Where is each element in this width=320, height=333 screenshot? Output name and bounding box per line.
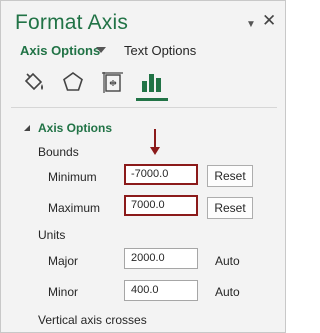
minimum-label: Minimum xyxy=(48,170,97,184)
maximum-input[interactable]: 7000.0 xyxy=(124,195,198,216)
major-auto-label: Auto xyxy=(215,254,240,268)
minor-label: Minor xyxy=(48,285,79,299)
annotation-arrow-head-icon xyxy=(150,147,160,155)
section-collapse-icon[interactable] xyxy=(24,125,30,131)
major-input[interactable]: 2000.0 xyxy=(124,248,198,269)
minimum-input[interactable]: -7000.0 xyxy=(124,164,198,185)
close-icon[interactable]: ✕ xyxy=(262,12,276,29)
annotation-arrow-line xyxy=(154,129,156,149)
major-label: Major xyxy=(48,254,79,268)
chevron-down-icon[interactable] xyxy=(96,47,106,53)
size-properties-icon[interactable] xyxy=(100,69,126,95)
maximum-reset-button[interactable]: Reset xyxy=(207,197,253,219)
minor-auto-label: Auto xyxy=(215,285,240,299)
section-title-axis-options[interactable]: Axis Options xyxy=(38,121,112,135)
fill-line-icon[interactable] xyxy=(21,69,47,95)
vertical-axis-crosses-label: Vertical axis crosses xyxy=(38,313,147,327)
tab-axis-options[interactable]: Axis Options xyxy=(20,43,100,58)
minimum-reset-button[interactable]: Reset xyxy=(207,165,253,187)
tab-text-options[interactable]: Text Options xyxy=(124,43,196,58)
maximum-label: Maximum xyxy=(48,201,101,215)
pane-title: Format Axis xyxy=(15,11,129,34)
divider xyxy=(11,107,277,108)
axis-options-bar-icon[interactable] xyxy=(139,69,165,95)
minor-input[interactable]: 400.0 xyxy=(124,280,198,301)
effects-pentagon-icon[interactable] xyxy=(60,69,86,95)
active-tab-indicator xyxy=(136,98,168,101)
bounds-label: Bounds xyxy=(38,145,79,159)
units-label: Units xyxy=(38,228,66,242)
format-axis-pane: Format Axis ▼ ✕ Axis Options Text Option… xyxy=(0,0,286,333)
pin-dropdown-icon[interactable]: ▼ xyxy=(246,19,256,30)
